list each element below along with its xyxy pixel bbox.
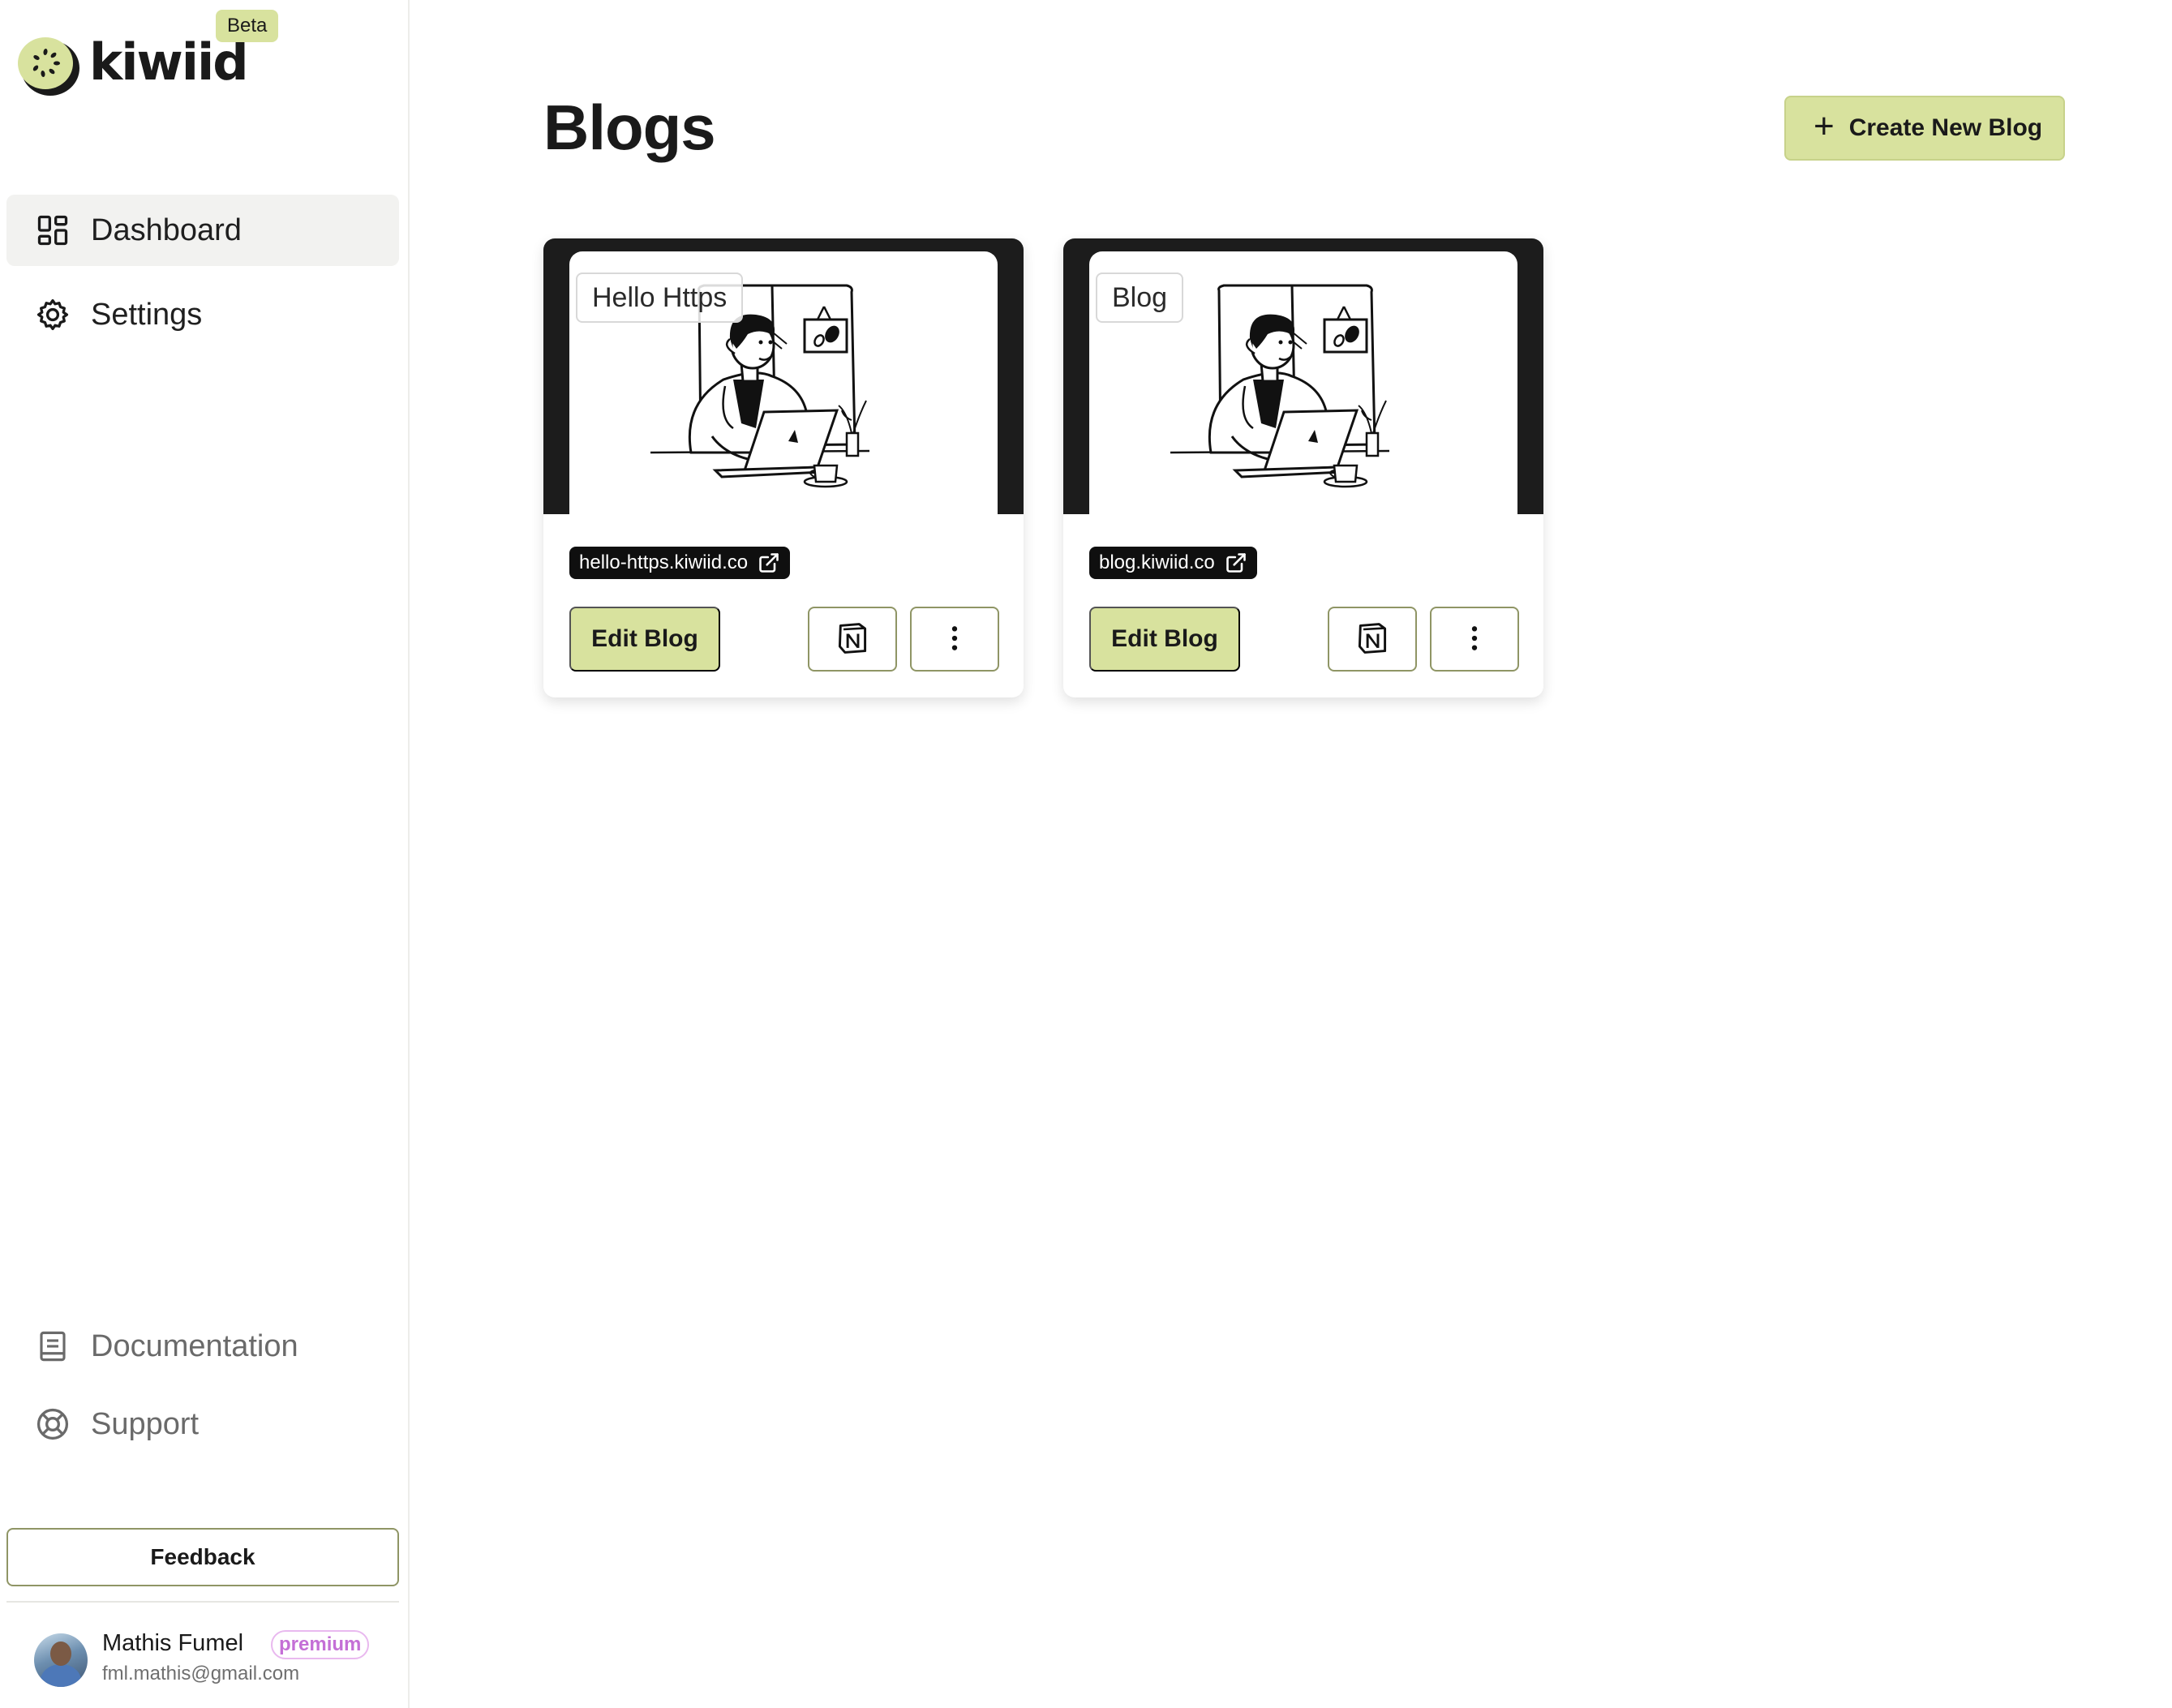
external-link-icon	[758, 551, 780, 574]
blog-url: blog.kiwiid.co	[1099, 551, 1215, 573]
sidebar-item-label: Settings	[91, 297, 203, 332]
sidebar-item-label: Support	[91, 1406, 200, 1441]
blog-thumbnail[interactable]: Hello Https	[543, 238, 1024, 514]
create-new-blog-label: Create New Blog	[1848, 114, 2043, 141]
blog-name: Blog	[1096, 273, 1184, 323]
more-vertical-icon	[938, 622, 971, 657]
user-name: Mathis Fumel	[102, 1630, 244, 1656]
notion-button[interactable]	[808, 607, 897, 672]
more-vertical-icon	[1458, 622, 1491, 657]
gear-icon	[34, 296, 71, 333]
notion-icon	[835, 620, 870, 659]
blog-card: Blog blog.kiwiid.co Edit Blog	[1063, 238, 1543, 697]
sidebar-item-support[interactable]: Support	[6, 1392, 399, 1457]
blog-card: Hello Https hello-https.kiwiid.co Edit B…	[543, 238, 1024, 697]
plan-badge: premium	[271, 1630, 370, 1659]
sidebar-item-dashboard[interactable]: Dashboard	[6, 195, 399, 266]
kiwi-logo-icon	[15, 32, 81, 97]
blog-url: hello-https.kiwiid.co	[579, 551, 749, 573]
sidebar-item-label: Documentation	[91, 1328, 298, 1363]
sidebar: kiwiid Beta Dashboard Settings Documenta…	[0, 0, 410, 1708]
beta-badge: Beta	[216, 10, 279, 42]
edit-blog-button[interactable]: Edit Blog	[1089, 607, 1240, 672]
lifebuoy-icon	[34, 1405, 71, 1443]
avatar	[34, 1633, 88, 1687]
notion-icon	[1354, 620, 1390, 659]
edit-blog-button[interactable]: Edit Blog	[569, 607, 720, 672]
brand-logo[interactable]: kiwiid	[15, 32, 249, 97]
feedback-button[interactable]: Feedback	[6, 1528, 399, 1586]
blog-url-link[interactable]: blog.kiwiid.co	[1089, 547, 1257, 579]
sidebar-item-label: Dashboard	[91, 212, 242, 247]
user-email: fml.mathis@gmail.com	[102, 1663, 300, 1684]
more-options-button[interactable]	[910, 607, 999, 672]
external-link-icon	[1225, 551, 1247, 574]
blog-name: Hello Https	[576, 273, 744, 323]
page-title: Blogs	[543, 92, 716, 163]
divider	[6, 1601, 399, 1603]
dashboard-icon	[34, 212, 71, 249]
sidebar-item-documentation[interactable]: Documentation	[6, 1314, 399, 1379]
create-new-blog-button[interactable]: + Create New Blog	[1784, 96, 2065, 161]
main-nav: Dashboard Settings	[6, 195, 399, 363]
blog-url-link[interactable]: hello-https.kiwiid.co	[569, 547, 791, 579]
book-icon	[34, 1328, 71, 1365]
more-options-button[interactable]	[1430, 607, 1519, 672]
user-profile[interactable]: Mathis Fumel premium fml.mathis@gmail.co…	[34, 1630, 399, 1687]
blog-thumbnail[interactable]: Blog	[1063, 238, 1543, 514]
plus-icon: +	[1814, 106, 1835, 146]
secondary-nav: Documentation Support	[6, 1314, 399, 1470]
notion-button[interactable]	[1328, 607, 1417, 672]
sidebar-item-settings[interactable]: Settings	[6, 279, 399, 350]
